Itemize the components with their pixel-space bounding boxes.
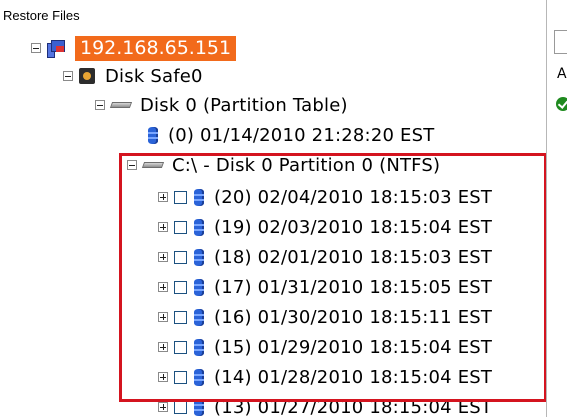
recovery-point-label[interactable]: (13) 01/27/2010 18:15:04 EST: [214, 402, 492, 417]
tree-node-disk[interactable]: Disk 0 (Partition Table): [95, 92, 348, 118]
check-icon: [556, 97, 567, 111]
recovery-point-row-cut: (13) 01/27/2010 18:15:04 EST: [0, 402, 546, 417]
tree-node-host[interactable]: 192.168.65.151: [31, 35, 237, 61]
disk-safe-label[interactable]: Disk Safe0: [105, 66, 203, 87]
side-panel: A: [547, 0, 567, 417]
tree-node-partition-table-point[interactable]: (0) 01/14/2010 21:28:20 EST: [140, 122, 434, 148]
collapse-icon[interactable]: [63, 71, 73, 81]
recovery-point-label[interactable]: (0) 01/14/2010 21:28:20 EST: [168, 125, 434, 146]
disk-safe-icon: [79, 68, 95, 84]
panel-title: Restore Files: [3, 8, 80, 23]
side-input[interactable]: [554, 30, 567, 54]
recovery-point-row[interactable]: (13) 01/27/2010 18:15:04 EST: [158, 402, 492, 417]
database-icon: [194, 402, 204, 416]
expand-icon[interactable]: [158, 402, 168, 412]
tree-node-disk-safe[interactable]: Disk Safe0: [63, 63, 203, 89]
collapse-icon[interactable]: [31, 43, 41, 53]
database-icon: [148, 126, 158, 144]
computer-icon: [47, 40, 65, 58]
selection-highlight-box: [119, 153, 546, 402]
disk-label[interactable]: Disk 0 (Partition Table): [140, 95, 348, 116]
recovery-point-checkbox[interactable]: [174, 402, 187, 414]
collapse-icon[interactable]: [95, 100, 105, 110]
side-label: A: [557, 66, 567, 82]
restore-files-panel: Restore Files 192.168.65.151 Disk Safe0 …: [0, 0, 547, 417]
hard-drive-icon: [109, 100, 133, 110]
host-label[interactable]: 192.168.65.151: [75, 35, 237, 61]
